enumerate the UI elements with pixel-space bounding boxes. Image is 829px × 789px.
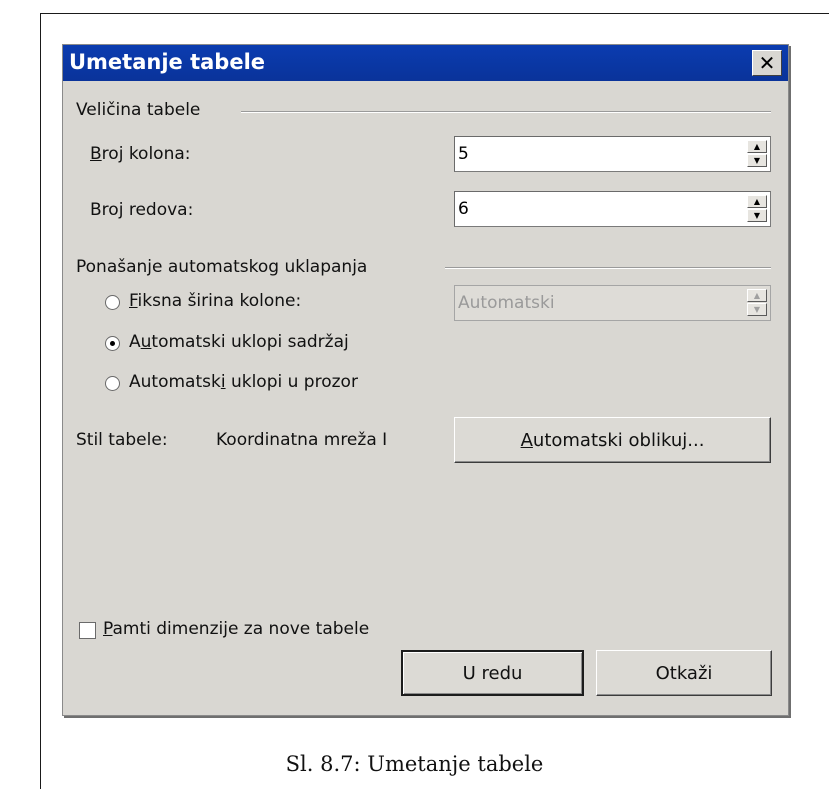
title-bar: Umetanje tabele ✕ xyxy=(63,45,788,81)
autoformat-button-label: Automatski oblikuj... xyxy=(520,429,705,451)
fixed-width-radio[interactable] xyxy=(105,295,120,310)
table-style-value: Koordinatna mreža I xyxy=(216,430,388,450)
fixed-width-up-arrow-icon: ▲ xyxy=(747,289,767,302)
rows-up-arrow-icon[interactable]: ▲ xyxy=(747,195,767,208)
cancel-button-label: Otkaži xyxy=(655,662,713,684)
ok-button[interactable]: U redu xyxy=(401,650,584,696)
radio-selected-dot-icon xyxy=(110,341,115,346)
rows-spinner-arrows: ▲ ▼ xyxy=(747,195,767,223)
columns-label: Broj kolona: xyxy=(90,144,191,164)
fixed-width-spinner: Automatski ▲ ▼ xyxy=(454,285,771,321)
autofit-window-radio[interactable] xyxy=(105,376,120,391)
columns-down-arrow-icon[interactable]: ▼ xyxy=(747,154,767,167)
fixed-width-value: Automatski xyxy=(458,293,555,313)
remember-dimensions-label: Pamti dimenzije za nove tabele xyxy=(103,619,370,639)
cancel-button[interactable]: Otkaži xyxy=(596,650,772,696)
table-size-group-line xyxy=(241,111,771,113)
rows-down-arrow-icon[interactable]: ▼ xyxy=(747,209,767,222)
ok-button-label: U redu xyxy=(462,662,523,684)
columns-spinner-arrows: ▲ ▼ xyxy=(747,140,767,168)
table-size-group-label: Veličina tabele xyxy=(76,100,201,120)
document-frame-top xyxy=(41,13,829,14)
columns-value: 5 xyxy=(458,144,469,164)
autofit-group-line xyxy=(445,267,771,269)
fixed-width-label: Fiksna širina kolone: xyxy=(129,291,302,311)
fixed-width-spinner-arrows: ▲ ▼ xyxy=(747,289,767,317)
rows-spinner[interactable]: 6 ▲ ▼ xyxy=(454,191,771,227)
rows-value: 6 xyxy=(458,199,469,219)
autofit-contents-label: Automatski uklopi sadržaj xyxy=(129,332,349,352)
figure-caption: Sl. 8.7: Umetanje tabele xyxy=(285,752,544,776)
columns-spinner[interactable]: 5 ▲ ▼ xyxy=(454,136,771,172)
document-frame-left xyxy=(40,13,41,789)
columns-up-arrow-icon[interactable]: ▲ xyxy=(747,140,767,153)
close-icon: ✕ xyxy=(758,51,776,75)
dialog-title: Umetanje tabele xyxy=(69,50,266,74)
insert-table-dialog: Umetanje tabele ✕ Veličina tabele Broj k… xyxy=(62,44,789,716)
rows-label: Broj redova: xyxy=(90,200,194,220)
close-button[interactable]: ✕ xyxy=(752,50,782,76)
fixed-width-down-arrow-icon: ▼ xyxy=(747,303,767,316)
table-style-label: Stil tabele: xyxy=(76,430,168,450)
autofit-contents-radio[interactable] xyxy=(105,336,120,351)
autofit-group-label: Ponašanje automatskog uklapanja xyxy=(76,257,368,277)
autoformat-button[interactable]: Automatski oblikuj... xyxy=(454,417,771,463)
remember-dimensions-checkbox[interactable] xyxy=(79,622,96,639)
autofit-window-label: Automatski uklopi u prozor xyxy=(129,372,358,392)
